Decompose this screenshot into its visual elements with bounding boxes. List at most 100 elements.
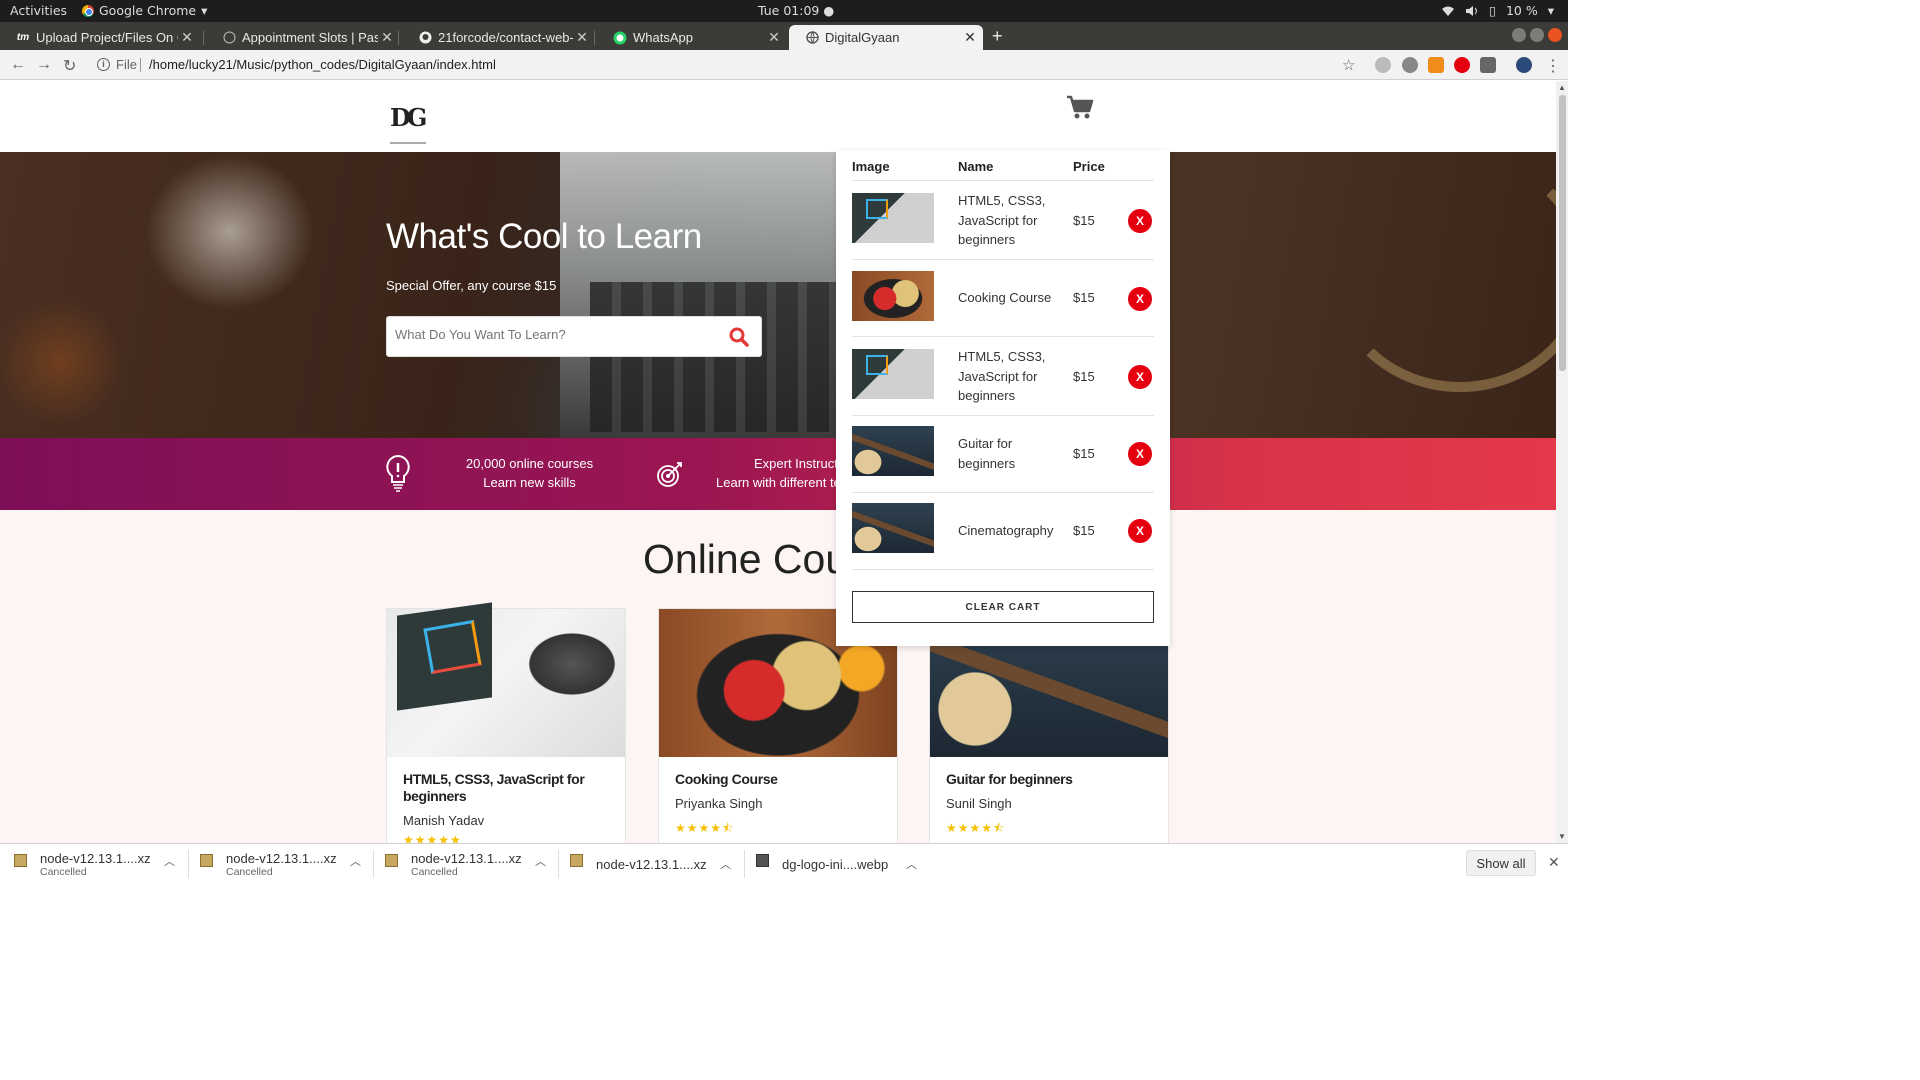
chevron-up-icon[interactable]: ︿ xyxy=(164,853,175,869)
course-card[interactable]: HTML5, CSS3, JavaScript for beginners Ma… xyxy=(386,608,626,843)
course-title: Guitar for beginners xyxy=(946,771,1073,787)
download-item[interactable]: node-v12.13.1....xz Cancelled ︿ xyxy=(200,851,370,878)
chrome-menu-icon[interactable]: ⋮ xyxy=(1545,56,1561,76)
cart-item-name: HTML5, CSS3, JavaScript for beginners xyxy=(958,193,1046,247)
new-tab-button[interactable]: + xyxy=(992,26,1003,47)
tab-appointment-slots[interactable]: Appointment Slots | Passp ✕ xyxy=(206,25,400,50)
close-downloads-icon[interactable]: ✕ xyxy=(1548,854,1560,871)
window-controls xyxy=(1512,28,1562,42)
tm-favicon-icon: tm xyxy=(16,32,30,43)
archive-file-icon xyxy=(200,854,213,867)
minimize-button[interactable] xyxy=(1512,28,1526,42)
download-status: Cancelled xyxy=(226,866,273,878)
cart-item-price: $15 xyxy=(1073,213,1095,228)
site-info-button[interactable]: i File xyxy=(97,57,137,72)
close-tab-icon[interactable]: ✕ xyxy=(573,29,591,46)
cart-row: Guitar for beginners $15 X xyxy=(852,416,1154,493)
course-image-html xyxy=(387,609,625,757)
target-icon xyxy=(657,462,682,487)
feature-courses: 20,000 online courses Learn new skills xyxy=(462,454,597,492)
extension-c-icon[interactable] xyxy=(1480,57,1496,73)
system-top-bar: Activities Google Chrome ▾ Tue 01:09 ● ▯… xyxy=(0,0,1568,22)
cart-table-header: Image Name Price xyxy=(852,155,1154,181)
page-scrollbar[interactable]: ▲ ▼ xyxy=(1556,81,1568,843)
cart-row: HTML5, CSS3, JavaScript for beginners $1… xyxy=(852,337,1154,416)
clock[interactable]: Tue 01:09 ● xyxy=(758,3,834,18)
clear-cart-button[interactable]: CLEAR CART xyxy=(852,591,1154,623)
shopping-cart-icon[interactable] xyxy=(1066,95,1094,121)
download-item[interactable]: node-v12.13.1....xz Cancelled ︿ xyxy=(385,851,555,878)
download-filename: node-v12.13.1....xz xyxy=(596,857,707,872)
page-viewport: DG What's Cool to Learn Special Offer, a… xyxy=(0,81,1568,843)
chevron-up-icon[interactable]: ︿ xyxy=(720,856,731,872)
activities-button[interactable]: Activities xyxy=(10,3,67,18)
tab-upload-project[interactable]: tm Upload Project/Files On G ✕ xyxy=(0,25,200,50)
scroll-up-icon[interactable]: ▲ xyxy=(1558,83,1566,92)
remove-item-button[interactable]: X xyxy=(1128,365,1152,389)
download-item[interactable]: dg-logo-ini....webp ︿ xyxy=(756,851,926,877)
site-logo[interactable]: DG xyxy=(390,103,430,144)
search-input[interactable] xyxy=(395,327,715,342)
url-input[interactable]: /home/lucky21/Music/python_codes/Digital… xyxy=(149,57,496,72)
course-author: Manish Yadav xyxy=(403,813,485,828)
logo-text: DG xyxy=(390,103,427,132)
download-item[interactable]: node-v12.13.1....xz Cancelled ︿ xyxy=(14,851,184,878)
whatsapp-favicon-icon xyxy=(613,31,627,45)
info-icon: i xyxy=(97,58,110,71)
scroll-down-icon[interactable]: ▼ xyxy=(1558,832,1566,841)
extension-orange-icon[interactable] xyxy=(1428,57,1444,73)
chevron-up-icon[interactable]: ︿ xyxy=(906,856,917,872)
hero-decor-image xyxy=(1330,152,1568,392)
chrome-logo-icon xyxy=(82,4,94,17)
chevron-up-icon[interactable]: ︿ xyxy=(535,853,546,869)
back-arrow-icon[interactable]: ← xyxy=(10,56,26,74)
volume-icon xyxy=(1466,5,1478,16)
extension-cloud-icon[interactable] xyxy=(1375,57,1391,73)
cart-item-price: $15 xyxy=(1073,446,1095,461)
remove-item-button[interactable]: X xyxy=(1128,442,1152,466)
tab-title: 21forcode/contact-web-p xyxy=(438,30,573,45)
search-icon[interactable] xyxy=(729,327,749,347)
forward-arrow-icon[interactable]: → xyxy=(36,56,52,74)
app-name: Google Chrome xyxy=(99,3,197,18)
close-tab-icon[interactable]: ✕ xyxy=(961,29,979,46)
tab-digitalgyaan[interactable]: DigitalGyaan ✕ xyxy=(789,25,983,50)
maximize-button[interactable] xyxy=(1530,28,1544,42)
scrollbar-thumb[interactable] xyxy=(1559,95,1566,371)
hero-section: What's Cool to Learn Special Offer, any … xyxy=(0,152,1568,438)
remove-item-button[interactable]: X xyxy=(1128,287,1152,311)
tab-github-repo[interactable]: 21forcode/contact-web-p ✕ xyxy=(402,25,595,50)
tab-strip: tm Upload Project/Files On G ✕ Appointme… xyxy=(0,22,1568,50)
chevron-up-icon[interactable]: ︿ xyxy=(350,853,361,869)
tab-title: DigitalGyaan xyxy=(825,30,900,45)
globe-favicon-icon xyxy=(222,31,236,45)
show-all-downloads-button[interactable]: Show all xyxy=(1466,850,1536,876)
cart-row: Cinematography $15 X xyxy=(852,493,1154,570)
app-menu[interactable]: Google Chrome ▾ xyxy=(82,3,207,18)
clock-text: Tue 01:09 xyxy=(758,3,820,18)
course-title: HTML5, CSS3, JavaScript for beginners xyxy=(403,771,585,804)
close-tab-icon[interactable]: ✕ xyxy=(378,29,396,46)
downloads-bar: node-v12.13.1....xz Cancelled ︿ node-v12… xyxy=(0,843,1568,882)
close-tab-icon[interactable]: ✕ xyxy=(178,29,196,46)
tab-title: Upload Project/Files On G xyxy=(36,30,178,45)
cart-item-price: $15 xyxy=(1073,290,1095,305)
cart-item-name: HTML5, CSS3, JavaScript for beginners xyxy=(958,349,1046,403)
reload-icon[interactable]: ↻ xyxy=(63,56,76,76)
extension-red-icon[interactable] xyxy=(1454,57,1470,73)
tab-whatsapp[interactable]: WhatsApp ✕ xyxy=(597,25,787,50)
caret-down-icon: ▾ xyxy=(201,3,208,18)
close-window-button[interactable] xyxy=(1548,28,1562,42)
system-tray[interactable]: ▯ 10 % ▾ xyxy=(1441,3,1554,18)
download-item[interactable]: node-v12.13.1....xz ︿ xyxy=(570,851,740,877)
course-author: Priyanka Singh xyxy=(675,796,763,811)
remove-item-button[interactable]: X xyxy=(1128,519,1152,543)
close-tab-icon[interactable]: ✕ xyxy=(765,29,783,46)
remove-item-button[interactable]: X xyxy=(1128,209,1152,233)
extension-shield-icon[interactable] xyxy=(1402,57,1418,73)
tab-title: WhatsApp xyxy=(633,30,693,45)
profile-avatar[interactable] xyxy=(1516,57,1532,73)
cart-item-name: Cinematography xyxy=(958,523,1054,538)
bookmark-star-icon[interactable]: ☆ xyxy=(1342,56,1355,74)
cart-item-name: Guitar for beginners xyxy=(958,436,1016,471)
